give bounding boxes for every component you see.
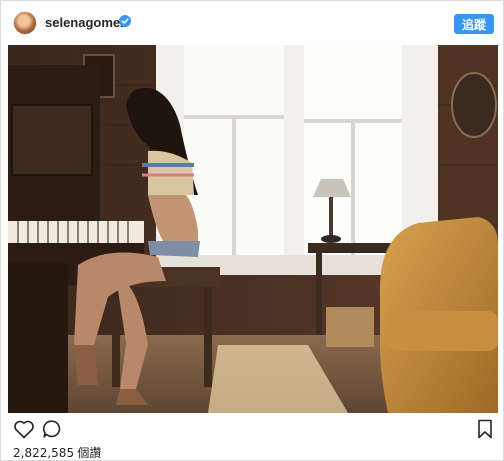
view-count-unit: 個讚 — [77, 446, 102, 460]
follow-button[interactable]: 追蹤 — [454, 14, 494, 34]
photo-illustration — [8, 45, 498, 413]
view-count: 2,822,585 個讚 — [13, 444, 101, 461]
post-header: selenagomez 追蹤 — [1, 1, 503, 45]
heart-icon[interactable] — [13, 419, 35, 439]
avatar[interactable] — [13, 11, 37, 35]
post-photo[interactable] — [8, 45, 498, 413]
username-link[interactable]: selenagomez — [45, 15, 127, 30]
bookmark-icon[interactable] — [477, 419, 493, 439]
verified-badge-icon — [119, 15, 131, 27]
comment-bubble-icon[interactable] — [42, 419, 62, 439]
instagram-post-card: selenagomez 追蹤 2,822,585 個讚 — [0, 0, 504, 461]
view-count-number: 2,822,585 — [13, 446, 75, 460]
